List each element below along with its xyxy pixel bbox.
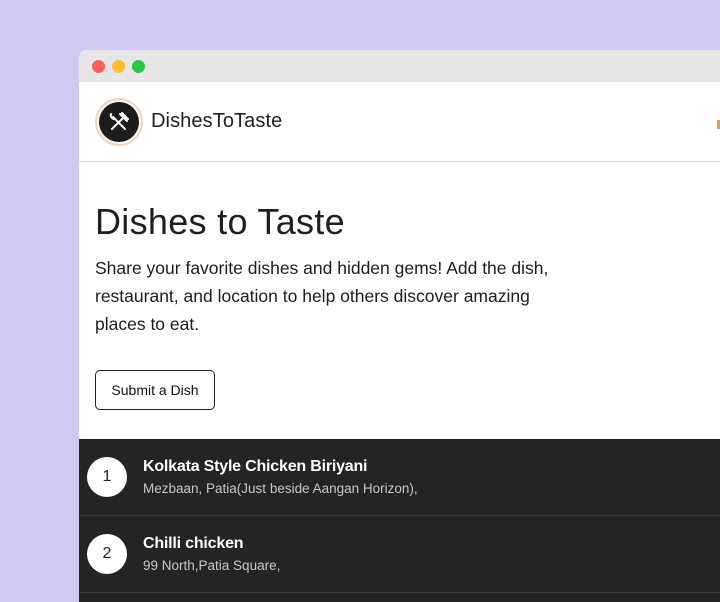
dish-list: 1 Kolkata Style Chicken Biriyani Mezbaan… <box>79 439 720 602</box>
rank-badge: 2 <box>87 534 127 574</box>
minimize-window-button[interactable] <box>112 59 125 73</box>
list-item[interactable]: 1 Kolkata Style Chicken Biriyani Mezbaan… <box>79 439 720 516</box>
dish-location: Mezbaan, Patia(Just beside Aangan Horizo… <box>143 481 418 496</box>
browser-window: DishesToTaste Dishes to Taste Share your… <box>79 50 720 602</box>
page-description: Share your favorite dishes and hidden ge… <box>95 258 549 334</box>
window-titlebar <box>79 50 720 82</box>
navbar: DishesToTaste <box>79 82 720 162</box>
list-item[interactable]: 2 Chilli chicken 99 North,Patia Square, <box>79 516 720 593</box>
dish-location: 99 North,Patia Square, <box>143 558 281 573</box>
dish-text: Chilli chicken 99 North,Patia Square, <box>143 535 280 573</box>
brand-logo[interactable] <box>95 97 143 146</box>
close-window-button[interactable] <box>92 59 105 73</box>
fork-knife-icon <box>99 101 139 142</box>
rank-badge: 1 <box>87 457 127 497</box>
dish-name: Kolkata Style Chicken Biriyani <box>143 458 368 475</box>
submit-dish-button[interactable]: Submit a Dish <box>95 370 215 410</box>
dish-text: Kolkata Style Chicken Biriyani Mezbaan, … <box>143 458 418 496</box>
page-title: Dishes to Taste <box>95 201 345 242</box>
maximize-window-button[interactable] <box>132 59 145 73</box>
dish-name: Chilli chicken <box>143 535 244 552</box>
brand-name[interactable]: DishesToTaste <box>151 110 282 133</box>
hero-section: Dishes to Taste Share your favorite dish… <box>79 162 720 439</box>
